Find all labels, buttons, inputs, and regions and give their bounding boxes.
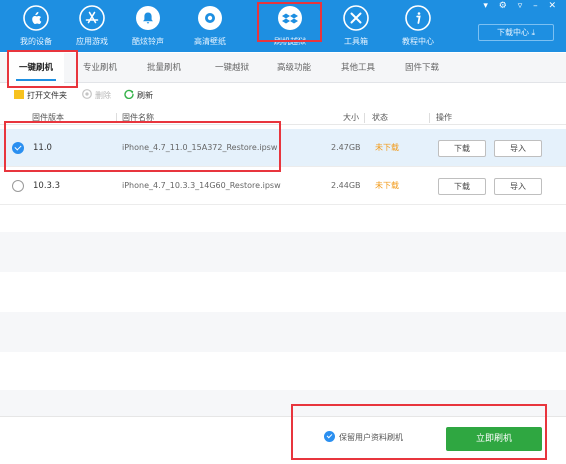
wallpaper-icon [198,6,222,30]
firmware-version: 10.3.3 [33,181,61,191]
refresh-button[interactable]: 刷新 [124,89,153,103]
header-version: 固件版本 [32,113,64,122]
download-button[interactable]: 下载 [438,140,486,157]
import-button[interactable]: 导入 [494,178,542,195]
empty-row [0,272,566,312]
folder-icon [14,90,24,99]
tab-other-tools[interactable]: 其他工具 [330,53,386,83]
info-icon [405,5,431,31]
tab-one-click-jailbreak[interactable]: 一键越狱 [204,53,260,83]
column-divider [116,113,117,123]
header-size: 大小 [343,113,359,122]
app-store-icon [79,5,105,31]
checkbox-checked-icon [324,431,335,442]
nav-label: 高清壁纸 [194,37,226,46]
nav-wallpapers[interactable]: 高清壁纸 [178,0,242,52]
download-button[interactable]: 下载 [438,178,486,195]
function-tabs: 一键刷机 专业刷机 批量刷机 一键越狱 高级功能 其他工具 固件下载 [0,53,566,84]
nav-my-device[interactable]: 我的设备 [4,0,68,52]
tab-firmware-download[interactable]: 固件下载 [394,53,450,83]
nav-label: 我的设备 [20,37,52,46]
window-controls[interactable]: ▾ ⚙ ▿ – ✕ [483,1,560,11]
nav-ringtones[interactable]: 酷炫铃声 [116,0,180,52]
nav-label: 教程中心 [402,37,434,46]
delete-button[interactable]: 删除 [82,89,111,103]
download-status: 未下载 [375,143,399,152]
delete-label: 删除 [95,91,111,100]
nav-apps-games[interactable]: 应用游戏 [60,0,124,52]
firmware-version: 11.0 [33,143,52,153]
tab-batch-flash[interactable]: 批量刷机 [136,53,192,83]
table-row[interactable]: 10.3.3 iPhone_4.7_10.3.3_14G60_Restore.i… [0,167,566,205]
open-folder-label: 打开文件夹 [27,91,67,100]
nav-label: 应用游戏 [76,37,108,46]
flash-tool-window: 我的设备 应用游戏 酷炫铃声 高清壁纸 刷机越狱 工具箱 教程中心 ▾ ⚙ ▿ … [0,0,566,464]
download-center-button[interactable]: 下载中心 ⤓ [478,24,554,41]
header-status: 状态 [372,113,388,122]
bell-icon [136,6,160,30]
empty-row [0,390,566,416]
nav-tutorials[interactable]: 教程中心 [386,0,450,52]
nav-toolbox[interactable]: 工具箱 [324,0,388,52]
keep-user-data-label: 保留用户资料刷机 [339,433,403,442]
nav-label: 酷炫铃声 [132,37,164,46]
download-status: 未下载 [375,181,399,190]
column-divider [364,113,365,123]
nav-label: 工具箱 [344,37,368,46]
firmware-toolbar: 打开文件夹 删除 刷新 [0,84,566,108]
empty-row [0,232,566,272]
keep-user-data-checkbox[interactable]: 保留用户资料刷机 [324,431,403,445]
column-divider [429,113,430,123]
header-name: 固件名称 [122,113,154,122]
tab-advanced[interactable]: 高级功能 [266,53,322,83]
tab-pro-flash[interactable]: 专业刷机 [72,53,128,83]
flash-now-button[interactable]: 立即刷机 [446,427,542,451]
firmware-size: 2.47GB [331,143,361,152]
delete-icon [82,89,92,99]
refresh-icon [124,89,134,99]
firmware-filename: iPhone_4.7_10.3.3_14G60_Restore.ipsw [122,181,281,190]
row-select-radio[interactable] [12,142,24,154]
tab-one-click-flash[interactable]: 一键刷机 [8,53,64,84]
row-select-radio[interactable] [12,180,24,192]
empty-row [0,352,566,392]
import-button[interactable]: 导入 [494,140,542,157]
nav-flash-jailbreak[interactable]: 刷机越狱 [258,0,322,52]
dropbox-icon [278,6,302,30]
nav-label: 刷机越狱 [274,37,306,46]
tools-icon [343,5,369,31]
table-row[interactable]: 11.0 iPhone_4.7_11.0_15A372_Restore.ipsw… [0,129,566,167]
top-nav-bar: 我的设备 应用游戏 酷炫铃声 高清壁纸 刷机越狱 工具箱 教程中心 ▾ ⚙ ▿ … [0,0,566,52]
refresh-label: 刷新 [137,91,153,100]
header-actions: 操作 [436,113,452,122]
empty-row [0,312,566,352]
open-folder-button[interactable]: 打开文件夹 [14,89,67,103]
apple-icon [23,5,49,31]
firmware-size: 2.44GB [331,181,361,190]
firmware-table-header: 固件版本 固件名称 大小 状态 操作 [0,111,566,125]
firmware-filename: iPhone_4.7_11.0_15A372_Restore.ipsw [122,143,278,152]
